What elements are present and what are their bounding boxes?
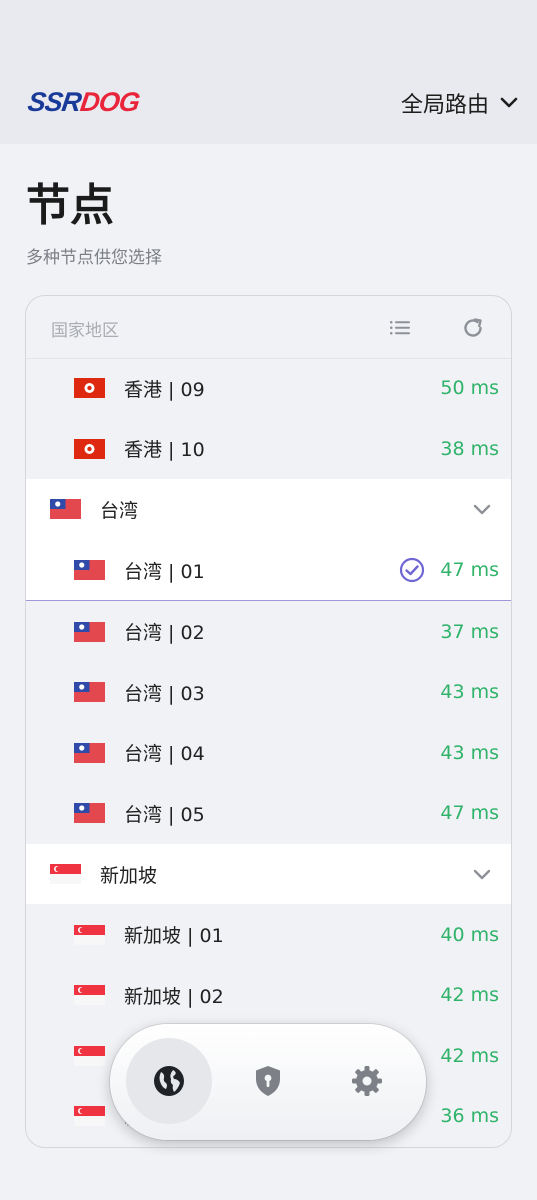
hk-flag-icon bbox=[74, 378, 105, 399]
refresh-icon[interactable] bbox=[460, 315, 486, 341]
panel-header: 国家地区 bbox=[26, 296, 511, 359]
chevron-down-icon[interactable] bbox=[471, 498, 493, 520]
server-row[interactable]: 新加坡 | 02 42 ms bbox=[26, 965, 511, 1026]
sg-flag-icon bbox=[74, 985, 105, 1006]
hk-flag-icon bbox=[74, 438, 105, 459]
selected-check-icon bbox=[399, 557, 425, 583]
panel-header-label: 国家地区 bbox=[51, 321, 119, 341]
top-bar: SSRDOG 全局路由 bbox=[0, 0, 537, 144]
latency-value: 37 ms bbox=[440, 620, 499, 643]
bottom-nav bbox=[110, 1024, 426, 1140]
country-name: 台湾 bbox=[100, 499, 139, 522]
server-name: 香港 | 10 bbox=[124, 439, 205, 462]
server-row[interactable]: 台湾 | 04 43 ms bbox=[26, 723, 511, 784]
tw-flag-icon bbox=[74, 621, 105, 642]
server-name: 香港 | 09 bbox=[124, 378, 205, 401]
chevron-down-icon[interactable] bbox=[471, 863, 493, 885]
server-name: 台湾 | 03 bbox=[124, 682, 205, 705]
routing-mode-dropdown[interactable]: 全局路由 bbox=[401, 88, 519, 118]
app-logo: SSRDOG bbox=[26, 86, 142, 118]
server-row[interactable]: 新加坡 | 01 40 ms bbox=[26, 904, 511, 965]
latency-value: 50 ms bbox=[440, 377, 499, 400]
sg-flag-icon bbox=[74, 924, 105, 945]
server-name: 台湾 | 05 bbox=[124, 803, 205, 826]
globe-icon bbox=[154, 1066, 184, 1096]
server-row[interactable]: 香港 | 09 50 ms bbox=[26, 358, 511, 419]
latency-value: 40 ms bbox=[440, 923, 499, 946]
tw-flag-icon bbox=[74, 682, 105, 703]
server-name: 台湾 | 01 bbox=[124, 560, 205, 583]
server-row[interactable]: 台湾 | 05 47 ms bbox=[26, 783, 511, 844]
node-list-panel: 国家地区 香港 | 09 50 ms 香港 | 10 38 ms 台湾台湾 | 01 47… bbox=[25, 295, 512, 1148]
sg-flag-icon bbox=[50, 864, 81, 885]
page-title: 节点 bbox=[26, 180, 114, 231]
nav-settings-button[interactable] bbox=[324, 1038, 410, 1124]
country-name: 新加坡 bbox=[100, 864, 158, 887]
server-row[interactable]: 香港 | 10 38 ms bbox=[26, 419, 511, 480]
routing-mode-label: 全局路由 bbox=[400, 93, 489, 118]
latency-value: 43 ms bbox=[440, 681, 499, 704]
logo-part-dog: DOG bbox=[78, 87, 142, 117]
latency-value: 38 ms bbox=[440, 437, 499, 460]
nav-security-button[interactable] bbox=[225, 1038, 311, 1124]
server-name: 新加坡 | 01 bbox=[124, 925, 224, 948]
latency-value: 47 ms bbox=[440, 559, 499, 582]
latency-value: 36 ms bbox=[440, 1105, 499, 1128]
shield-lock-icon bbox=[256, 1066, 280, 1096]
latency-value: 47 ms bbox=[440, 802, 499, 825]
chevron-down-icon bbox=[500, 97, 518, 108]
nav-nodes-button[interactable] bbox=[126, 1038, 212, 1124]
sg-flag-icon bbox=[74, 1106, 105, 1127]
gear-icon bbox=[352, 1066, 382, 1096]
tw-flag-icon bbox=[74, 560, 105, 581]
server-row[interactable]: 台湾 | 03 43 ms bbox=[26, 662, 511, 723]
latency-value: 43 ms bbox=[440, 741, 499, 764]
page-subtitle: 多种节点供您选择 bbox=[26, 248, 162, 268]
server-row[interactable]: 台湾 | 01 47 ms bbox=[26, 539, 511, 602]
country-group-row[interactable]: 台湾 bbox=[26, 479, 511, 540]
country-group-row[interactable]: 新加坡 bbox=[26, 843, 511, 905]
tw-flag-icon bbox=[74, 803, 105, 824]
server-name: 台湾 | 04 bbox=[124, 743, 205, 766]
tw-flag-icon bbox=[50, 499, 81, 520]
sg-flag-icon bbox=[74, 1045, 105, 1066]
latency-value: 42 ms bbox=[440, 984, 499, 1007]
latency-value: 42 ms bbox=[440, 1044, 499, 1067]
logo-part-ssr: SSR bbox=[25, 87, 83, 117]
server-name: 新加坡 | 02 bbox=[124, 985, 224, 1008]
server-name: 台湾 | 02 bbox=[124, 622, 205, 645]
tw-flag-icon bbox=[74, 742, 105, 763]
server-row[interactable]: 台湾 | 02 37 ms bbox=[26, 601, 511, 662]
list-icon[interactable] bbox=[387, 315, 413, 341]
